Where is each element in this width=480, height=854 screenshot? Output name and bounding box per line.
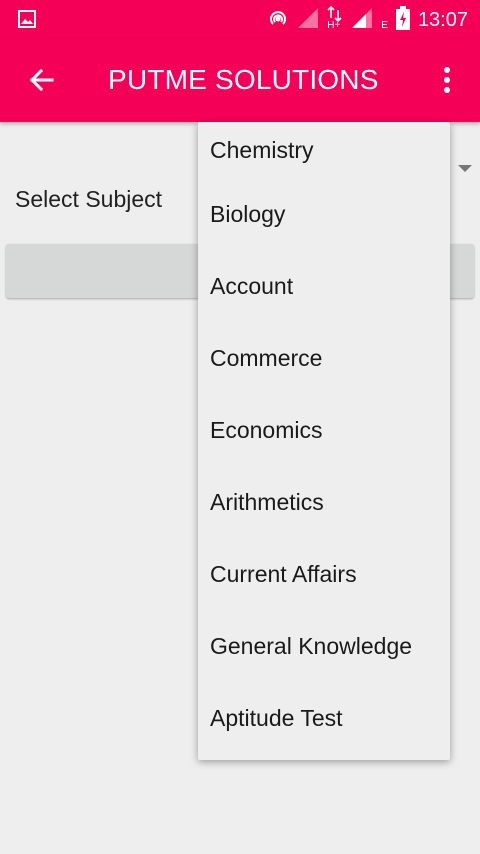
network-e-label: E bbox=[381, 19, 388, 31]
signal-icon bbox=[297, 7, 319, 34]
subject-dropdown-menu: Chemistry Biology Account Commerce Econo… bbox=[198, 122, 450, 760]
dropdown-item-commerce[interactable]: Commerce bbox=[198, 322, 450, 394]
signal-icon bbox=[351, 7, 373, 34]
hotspot-icon bbox=[267, 7, 289, 34]
more-vert-icon bbox=[444, 67, 450, 93]
app-bar: PUTME SOLUTIONS bbox=[0, 40, 480, 122]
select-subject-label: Select Subject bbox=[15, 186, 163, 212]
dropdown-item-aptitude-test[interactable]: Aptitude Test bbox=[198, 682, 450, 754]
arrow-back-icon bbox=[29, 68, 54, 92]
dropdown-item-general-knowledge[interactable]: General Knowledge bbox=[198, 610, 450, 682]
spinner-dropdown-arrow-icon[interactable] bbox=[458, 165, 472, 172]
page-title: PUTME SOLUTIONS bbox=[108, 64, 379, 95]
dropdown-item-biology[interactable]: Biology bbox=[198, 178, 450, 250]
back-button[interactable] bbox=[24, 62, 60, 98]
dropdown-item-economics[interactable]: Economics bbox=[198, 394, 450, 466]
image-notification-icon bbox=[18, 10, 36, 33]
overflow-menu-button[interactable] bbox=[430, 62, 464, 98]
network-type-label: H+ bbox=[327, 20, 341, 31]
status-bar: H+ E 13:07 bbox=[0, 0, 480, 40]
status-time: 13:07 bbox=[417, 8, 468, 31]
battery-charging-icon bbox=[395, 5, 410, 35]
dropdown-item-arithmetics[interactable]: Arithmetics bbox=[198, 466, 450, 538]
dropdown-item-account[interactable]: Account bbox=[198, 250, 450, 322]
data-arrows-icon: H+ bbox=[327, 6, 343, 34]
dropdown-item-chemistry[interactable]: Chemistry bbox=[198, 122, 450, 178]
dropdown-item-current-affairs[interactable]: Current Affairs bbox=[198, 538, 450, 610]
